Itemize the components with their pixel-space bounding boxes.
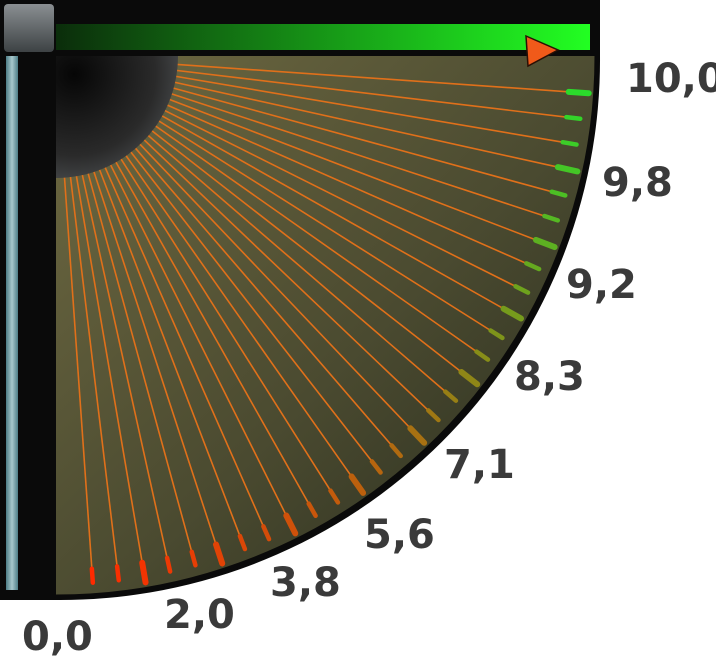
tick-mark xyxy=(565,88,592,97)
tick-mark xyxy=(164,555,173,574)
top-green-bar xyxy=(56,24,590,50)
scale-label-8: 10,0 xyxy=(626,56,716,102)
scale-label-6: 9,2 xyxy=(566,262,637,308)
corner-block xyxy=(4,4,54,52)
tick-mark xyxy=(89,566,96,585)
quarter-circle-gauge: 0,0 2,0 3,8 5,6 7,1 8,3 9,2 9,8 10,0 xyxy=(0,0,716,660)
scale-label-4: 7,1 xyxy=(444,442,515,488)
scale-label-7: 9,8 xyxy=(602,160,673,206)
tick-mark xyxy=(560,139,579,147)
tick-mark xyxy=(554,164,581,175)
left-strip xyxy=(6,56,18,590)
scale-label-1: 2,0 xyxy=(164,592,235,638)
scale-label-5: 8,3 xyxy=(514,354,585,400)
tick-mark xyxy=(114,564,122,583)
tick-mark xyxy=(564,114,583,122)
tick-mark xyxy=(139,559,149,586)
scale-label-3: 5,6 xyxy=(364,512,435,558)
scale-label-2: 3,8 xyxy=(270,560,341,606)
scale-label-0: 0,0 xyxy=(22,614,93,660)
